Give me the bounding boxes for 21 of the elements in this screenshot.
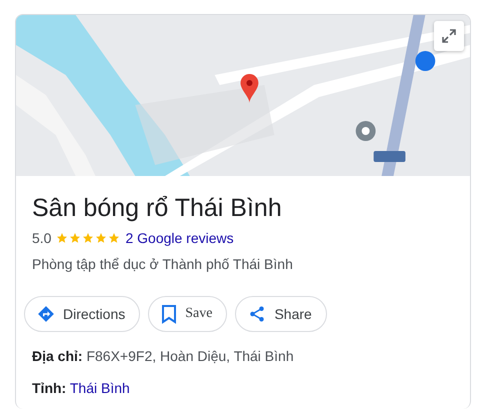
save-button[interactable]: Save <box>148 296 228 332</box>
reviews-link[interactable]: 2 Google reviews <box>125 230 234 246</box>
detail-value: F86X+9F2, Hoàn Diệu, Thái Bình <box>86 348 294 364</box>
star-icon <box>69 232 82 244</box>
directions-button[interactable]: Directions <box>24 296 140 332</box>
directions-icon <box>37 305 55 323</box>
star-icon <box>108 232 120 244</box>
expand-button[interactable] <box>434 21 464 51</box>
star-icon <box>56 232 68 244</box>
place-title: Sân bóng rổ Thái Bình <box>32 193 283 224</box>
expand-icon <box>441 28 457 44</box>
star-icon <box>95 232 108 244</box>
detail-link[interactable]: Thái Bình <box>70 380 130 396</box>
share-button[interactable]: Share <box>235 296 327 332</box>
bookmark-icon <box>161 304 178 324</box>
detail-label: Địa chỉ: <box>32 348 83 364</box>
star-icon <box>82 232 94 244</box>
rating-score: 5.0 <box>32 230 52 246</box>
category-text: Phòng tập thể dục ở Thành phố Thái Bình <box>32 256 294 272</box>
detail-label: Tỉnh: <box>32 380 66 396</box>
share-icon <box>248 305 266 323</box>
